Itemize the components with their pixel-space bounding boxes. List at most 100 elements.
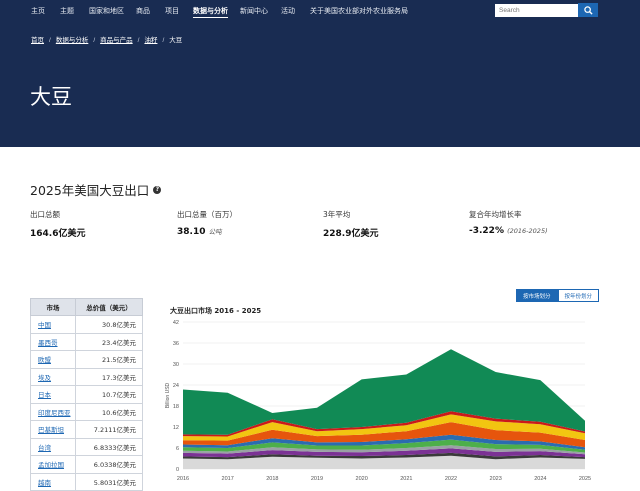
table-row: 墨西哥 23.4亿美元 xyxy=(30,332,143,351)
nav-item-data-analysis[interactable]: 数据与分析 xyxy=(193,6,228,18)
x-tick-label: 2020 xyxy=(356,476,368,482)
stat-value: 38.10 公吨 xyxy=(177,226,237,237)
y-tick-label: 42 xyxy=(173,320,179,326)
stat-value-text: 228.9亿美元 xyxy=(323,229,379,239)
market-link[interactable]: 孟加拉国 xyxy=(30,455,76,474)
market-link[interactable]: 巴基斯坦 xyxy=(30,420,76,439)
market-value: 21.5亿美元 xyxy=(75,350,143,369)
nav-item-programs[interactable]: 项目 xyxy=(165,6,179,16)
nav-item-events[interactable]: 活动 xyxy=(281,6,295,16)
breadcrumb-commodities[interactable]: 商品与产品 xyxy=(100,34,133,44)
market-link[interactable]: 欧盟 xyxy=(30,350,76,369)
column-header-market[interactable]: 市场 xyxy=(30,298,76,316)
stat-label: 3年平均 xyxy=(323,210,351,219)
table-row: 越南 5.8031亿美元 xyxy=(30,472,143,491)
market-link[interactable]: 日本 xyxy=(30,385,76,404)
nav-item-home[interactable]: 主页 xyxy=(31,6,45,16)
y-tick-label: 6 xyxy=(176,446,179,452)
market-link[interactable]: 印度尼西亚 xyxy=(30,402,76,421)
table-row: 孟加拉国 6.0338亿美元 xyxy=(30,455,143,474)
x-tick-label: 2019 xyxy=(311,476,323,482)
nav-item-commodities[interactable]: 商品 xyxy=(136,6,150,16)
table-row: 巴基斯坦 7.2111亿美元 xyxy=(30,420,143,439)
breadcrumb: 首页 / 数据与分析 / 商品与产品 / 油籽 / 大豆 xyxy=(31,34,182,44)
nav-item-about[interactable]: 关于美国农业部对外农业服务局 xyxy=(310,6,408,16)
y-tick-label: 0 xyxy=(176,467,179,473)
table-header-row: 市场 总价值（美元） xyxy=(30,298,143,316)
export-area-chart: 0 6 12 18 24 30 36 42 2016 2017 2018 2019 2020 2021 20… xyxy=(165,320,591,482)
market-value: 6.8333亿美元 xyxy=(75,437,143,456)
x-tick-label: 2025 xyxy=(579,476,591,482)
stat-cagr: 复合年均增长率 -3.22% (2016-2025) xyxy=(469,209,548,236)
column-header-value[interactable]: 总价值（美元） xyxy=(75,298,143,316)
y-tick-label: 30 xyxy=(173,362,179,368)
nav-item-countries[interactable]: 国家和地区 xyxy=(89,6,124,16)
breadcrumb-data-analysis[interactable]: 数据与分析 xyxy=(56,34,89,44)
market-link[interactable]: 中国 xyxy=(30,315,76,334)
x-tick-label: 2021 xyxy=(400,476,412,482)
y-tick-label: 12 xyxy=(173,425,179,431)
table-row: 日本 10.7亿美元 xyxy=(30,385,143,404)
table-row: 台湾 6.8333亿美元 xyxy=(30,437,143,456)
nav-item-topics[interactable]: 主题 xyxy=(60,6,74,16)
x-tick-label: 2023 xyxy=(490,476,502,482)
stat-label: 复合年均增长率 xyxy=(469,210,522,219)
breadcrumb-oilseeds[interactable]: 油籽 xyxy=(144,34,157,44)
top-navbar: 主页 主题 国家和地区 商品 项目 数据与分析 新闻中心 活动 关于美国农业部对… xyxy=(0,0,640,21)
market-link[interactable]: 埃及 xyxy=(30,367,76,386)
toggle-by-year[interactable]: 按年份划分 xyxy=(557,289,600,302)
breadcrumb-separator: / xyxy=(137,37,140,44)
search-input[interactable] xyxy=(495,4,578,17)
stat-total-volume: 出口总量（百万） 38.10 公吨 xyxy=(177,209,237,237)
stat-value-text: 164.6亿美元 xyxy=(30,229,86,239)
breadcrumb-home[interactable]: 首页 xyxy=(31,34,44,44)
table-row: 印度尼西亚 10.6亿美元 xyxy=(30,402,143,421)
breadcrumb-separator: / xyxy=(162,37,165,44)
stat-value: 228.9亿美元 xyxy=(323,226,378,239)
x-tick-label: 2018 xyxy=(266,476,278,482)
stat-value: -3.22% (2016-2025) xyxy=(469,226,548,236)
market-value: 30.8亿美元 xyxy=(75,315,143,334)
x-tick-label: 2016 xyxy=(177,476,189,482)
y-tick-label: 36 xyxy=(173,341,179,347)
y-tick-label: 18 xyxy=(173,404,179,410)
market-value: 6.0338亿美元 xyxy=(75,455,143,474)
table-row: 欧盟 21.5亿美元 xyxy=(30,350,143,369)
table-row: 中国 30.8亿美元 xyxy=(30,315,143,334)
market-link[interactable]: 墨西哥 xyxy=(30,332,76,351)
stat-value: 164.6亿美元 xyxy=(30,226,85,239)
market-value: 7.2111亿美元 xyxy=(75,420,143,439)
markets-table: 市场 总价值（美元） 中国 30.8亿美元 墨西哥 23.4亿美元 欧盟 21.5亿美元埃… xyxy=(30,298,143,491)
section-title-text: 2025年美国大豆出口 xyxy=(30,183,150,198)
market-value: 5.8031亿美元 xyxy=(75,472,143,491)
stat-total-value: 出口总额 164.6亿美元 xyxy=(30,209,85,239)
x-tick-label: 2024 xyxy=(534,476,546,482)
x-tick-label: 2022 xyxy=(445,476,457,482)
market-value: 10.7亿美元 xyxy=(75,385,143,404)
help-icon[interactable]: ? xyxy=(153,185,162,194)
hero-banner: 首页 / 数据与分析 / 商品与产品 / 油籽 / 大豆 大豆 xyxy=(0,21,640,147)
stat-label: 出口总量（百万） xyxy=(177,210,237,219)
market-link[interactable]: 台湾 xyxy=(30,437,76,456)
stat-unit: 公吨 xyxy=(208,228,222,236)
search-button[interactable] xyxy=(578,3,598,17)
breadcrumb-current: 大豆 xyxy=(169,37,183,44)
stat-period: (2016-2025) xyxy=(507,227,548,235)
toggle-by-market[interactable]: 按市场划分 xyxy=(516,289,558,302)
page-title: 大豆 xyxy=(30,85,72,109)
breadcrumb-separator: / xyxy=(49,37,51,44)
market-link[interactable]: 越南 xyxy=(30,472,76,491)
stat-label: 出口总额 xyxy=(30,210,60,219)
x-tick-label: 2017 xyxy=(222,476,234,482)
stat-value-text: 38.10 xyxy=(177,227,206,237)
market-value: 17.3亿美元 xyxy=(75,367,143,386)
table-body: 中国 30.8亿美元 墨西哥 23.4亿美元 欧盟 21.5亿美元 埃及 17.3亿美元 日本 1… xyxy=(30,315,143,491)
section-title: 2025年美国大豆出口 ? xyxy=(30,180,162,199)
stat-value-text: -3.22% xyxy=(469,226,504,236)
nav-item-newsroom[interactable]: 新闻中心 xyxy=(240,6,268,16)
market-value: 23.4亿美元 xyxy=(75,332,143,351)
table-row: 埃及 17.3亿美元 xyxy=(30,367,143,386)
view-toggle: 按市场划分 按年份划分 xyxy=(516,289,600,302)
stat-three-year-average: 3年平均 228.9亿美元 xyxy=(323,209,378,239)
search-icon xyxy=(583,5,593,15)
